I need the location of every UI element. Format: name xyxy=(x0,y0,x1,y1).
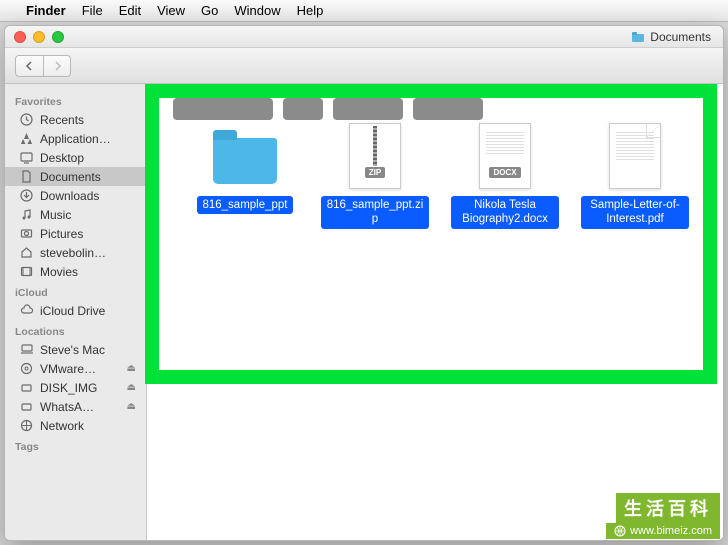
file-grid: 816_sample_ppt ZIP 816_sample_ppt.zip xyxy=(175,104,695,229)
home-icon xyxy=(19,245,34,260)
section-tags: Tags xyxy=(5,435,146,455)
sidebar-item-label: Pictures xyxy=(40,227,136,241)
music-icon xyxy=(19,207,34,222)
zip-file-icon: ZIP xyxy=(339,120,411,192)
drive-icon xyxy=(19,399,34,414)
file-label: Sample-Letter-of-Interest.pdf xyxy=(581,196,689,229)
eject-icon[interactable]: ⏏ xyxy=(127,363,136,374)
menubar-app-name[interactable]: Finder xyxy=(26,3,66,18)
sidebar: Favorites Recents Application… Desktop D… xyxy=(5,84,147,540)
window-title: Documents xyxy=(631,30,723,44)
sidebar-item-music[interactable]: Music xyxy=(5,205,146,224)
movies-icon xyxy=(19,264,34,279)
sidebar-item-label: Downloads xyxy=(40,189,136,203)
file-item-pdf[interactable]: Sample-Letter-of-Interest.pdf xyxy=(581,120,689,229)
sidebar-item-documents[interactable]: Documents xyxy=(5,167,146,186)
desktop-icon xyxy=(19,150,34,165)
watermark-title: 生活百科 xyxy=(616,493,720,523)
sidebar-item-label: Desktop xyxy=(40,151,136,165)
chevron-right-icon xyxy=(53,61,62,71)
close-button[interactable] xyxy=(14,31,26,43)
toolbar xyxy=(5,48,723,84)
sidebar-item-label: Network xyxy=(40,419,136,433)
sidebar-item-label: VMware… xyxy=(40,362,121,376)
sidebar-item-label: iCloud Drive xyxy=(40,304,136,318)
content-area[interactable]: 816_sample_ppt ZIP 816_sample_ppt.zip xyxy=(147,84,723,540)
sidebar-item-label: stevebolin… xyxy=(40,246,136,260)
laptop-icon xyxy=(19,342,34,357)
pdf-file-icon xyxy=(599,120,671,192)
file-label: 816_sample_ppt xyxy=(197,196,292,214)
menubar-view[interactable]: View xyxy=(157,3,185,18)
file-item-zip[interactable]: ZIP 816_sample_ppt.zip xyxy=(321,120,429,229)
folder-icon xyxy=(631,30,645,44)
window-title-text: Documents xyxy=(650,30,711,44)
file-item-folder[interactable]: 816_sample_ppt xyxy=(191,120,299,229)
system-menubar: Finder File Edit View Go Window Help xyxy=(0,0,728,22)
folder-icon xyxy=(209,120,281,192)
sidebar-item-label: Music xyxy=(40,208,136,222)
sidebar-item-movies[interactable]: Movies xyxy=(5,262,146,281)
doc-icon xyxy=(19,169,34,184)
sidebar-item-whatsapp[interactable]: WhatsA… ⏏ xyxy=(5,397,146,416)
app-icon xyxy=(19,131,34,146)
sidebar-item-label: Steve's Mac xyxy=(40,343,136,357)
sidebar-item-label: WhatsA… xyxy=(40,400,121,414)
file-badge: DOCX xyxy=(489,167,520,178)
titlebar[interactable]: Documents xyxy=(5,26,723,48)
drive-icon xyxy=(19,380,34,395)
cloud-icon xyxy=(19,303,34,318)
sidebar-item-applications[interactable]: Application… xyxy=(5,129,146,148)
sidebar-item-label: Recents xyxy=(40,113,136,127)
disc-icon xyxy=(19,361,34,376)
window-body: Favorites Recents Application… Desktop D… xyxy=(5,84,723,540)
globe-icon xyxy=(614,525,626,537)
zoom-button[interactable] xyxy=(52,31,64,43)
back-button[interactable] xyxy=(15,55,43,77)
eject-icon[interactable]: ⏏ xyxy=(127,401,136,412)
section-locations: Locations xyxy=(5,320,146,340)
sidebar-item-vmware[interactable]: VMware… ⏏ xyxy=(5,359,146,378)
watermark-url: www.bimeiz.com xyxy=(606,523,720,539)
menubar-file[interactable]: File xyxy=(82,3,103,18)
clock-icon xyxy=(19,112,34,127)
sidebar-item-label: Movies xyxy=(40,265,136,279)
nav-buttons xyxy=(15,55,71,77)
menubar-go[interactable]: Go xyxy=(201,3,218,18)
sidebar-item-label: Documents xyxy=(40,170,136,184)
sidebar-item-pictures[interactable]: Pictures xyxy=(5,224,146,243)
eject-icon[interactable]: ⏏ xyxy=(127,382,136,393)
sidebar-item-desktop[interactable]: Desktop xyxy=(5,148,146,167)
file-badge: ZIP xyxy=(365,167,385,178)
globe-icon xyxy=(19,418,34,433)
sidebar-item-steves-mac[interactable]: Steve's Mac xyxy=(5,340,146,359)
minimize-button[interactable] xyxy=(33,31,45,43)
finder-window: Documents Favorites Recents Application… xyxy=(4,25,724,541)
watermark: 生活百科 www.bimeiz.com xyxy=(606,493,720,539)
docx-file-icon: DOCX xyxy=(469,120,541,192)
pictures-icon xyxy=(19,226,34,241)
chevron-left-icon xyxy=(25,61,34,71)
menubar-help[interactable]: Help xyxy=(297,3,324,18)
file-label: 816_sample_ppt.zip xyxy=(321,196,429,229)
menubar-window[interactable]: Window xyxy=(234,3,280,18)
section-favorites: Favorites xyxy=(5,90,146,110)
sidebar-item-label: DISK_IMG xyxy=(40,381,121,395)
sidebar-item-network[interactable]: Network xyxy=(5,416,146,435)
traffic-lights xyxy=(5,31,64,43)
sidebar-item-label: Application… xyxy=(40,132,136,146)
sidebar-item-icloud-drive[interactable]: iCloud Drive xyxy=(5,301,146,320)
download-icon xyxy=(19,188,34,203)
sidebar-item-downloads[interactable]: Downloads xyxy=(5,186,146,205)
menubar-edit[interactable]: Edit xyxy=(119,3,141,18)
sidebar-item-disk-img[interactable]: DISK_IMG ⏏ xyxy=(5,378,146,397)
sidebar-item-home[interactable]: stevebolin… xyxy=(5,243,146,262)
sidebar-item-recents[interactable]: Recents xyxy=(5,110,146,129)
forward-button[interactable] xyxy=(43,55,71,77)
section-icloud: iCloud xyxy=(5,281,146,301)
file-label: Nikola Tesla Biography2.docx xyxy=(451,196,559,229)
file-item-docx[interactable]: DOCX Nikola Tesla Biography2.docx xyxy=(451,120,559,229)
